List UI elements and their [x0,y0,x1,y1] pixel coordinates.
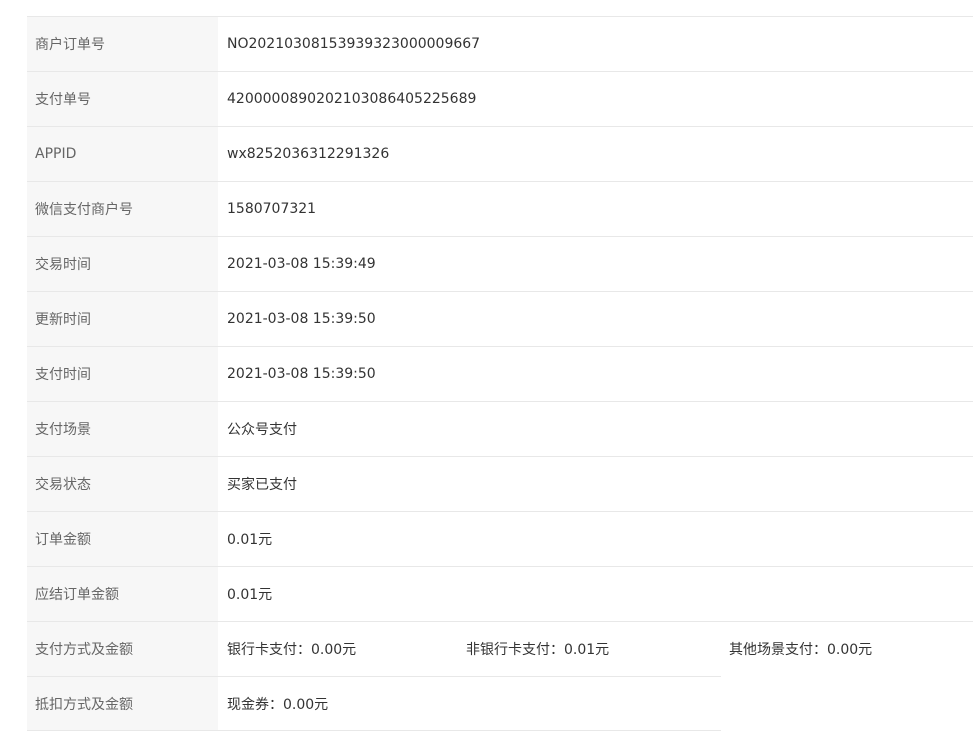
row-deduction: 抵扣方式及金额 现金券：0.00元 [27,676,721,731]
row-value: 0.01元 [227,587,273,603]
row-value: NO20210308153939323000009667 [227,36,481,52]
row-label: 支付场景 [27,402,218,456]
row-pay-scene: 支付场景 公众号支付 [27,401,973,456]
row-label: 交易时间 [27,237,218,291]
row-label: 交易状态 [27,457,218,511]
payment-methods-values: 银行卡支付：0.00元 非银行卡支付：0.01元 其他场景支付：0.00元 [218,622,973,676]
row-value: 2021-03-08 15:39:49 [227,256,376,272]
row-label: 抵扣方式及金额 [27,677,218,730]
row-settlement-amount: 应结订单金额 0.01元 [27,566,973,621]
row-value: 2021-03-08 15:39:50 [227,311,376,327]
row-label: APPID [27,127,218,181]
row-order-amount: 订单金额 0.01元 [27,511,973,566]
row-pay-time: 支付时间 2021-03-08 15:39:50 [27,346,973,401]
bank-card-payment: 银行卡支付：0.00元 [227,642,357,658]
row-payment-no: 支付单号 4200000890202103086405225689 [27,71,973,126]
row-update-time: 更新时间 2021-03-08 15:39:50 [27,291,973,346]
row-value: 0.01元 [227,532,273,548]
row-value: 现金券：0.00元 [227,696,329,713]
row-appid: APPID wx8252036312291326 [27,126,973,181]
row-label: 更新时间 [27,292,218,346]
row-value: 公众号支付 [227,422,297,438]
row-value: wx8252036312291326 [227,146,390,162]
non-bank-card-payment: 非银行卡支付：0.01元 [466,642,610,658]
other-scene-payment: 其他场景支付：0.00元 [729,642,873,658]
row-value: 买家已支付 [227,477,297,493]
row-value: 4200000890202103086405225689 [227,91,477,107]
row-value: 1580707321 [227,201,317,217]
row-payment-methods: 支付方式及金额 银行卡支付：0.00元 非银行卡支付：0.01元 其他场景支付：… [27,621,973,676]
row-label: 应结订单金额 [27,567,218,621]
order-detail-table: 商户订单号 NO20210308153939323000009667 支付单号 … [27,16,973,731]
row-label: 微信支付商户号 [27,182,218,236]
row-trade-status: 交易状态 买家已支付 [27,456,973,511]
row-label: 支付方式及金额 [27,622,218,676]
row-label: 商户订单号 [27,17,218,71]
row-label: 支付单号 [27,72,218,126]
row-trade-time: 交易时间 2021-03-08 15:39:49 [27,236,973,291]
row-label: 订单金额 [27,512,218,566]
row-wechat-merchant-no: 微信支付商户号 1580707321 [27,181,973,236]
row-label: 支付时间 [27,347,218,401]
row-value: 2021-03-08 15:39:50 [227,366,376,382]
row-merchant-order-no: 商户订单号 NO20210308153939323000009667 [27,16,973,71]
